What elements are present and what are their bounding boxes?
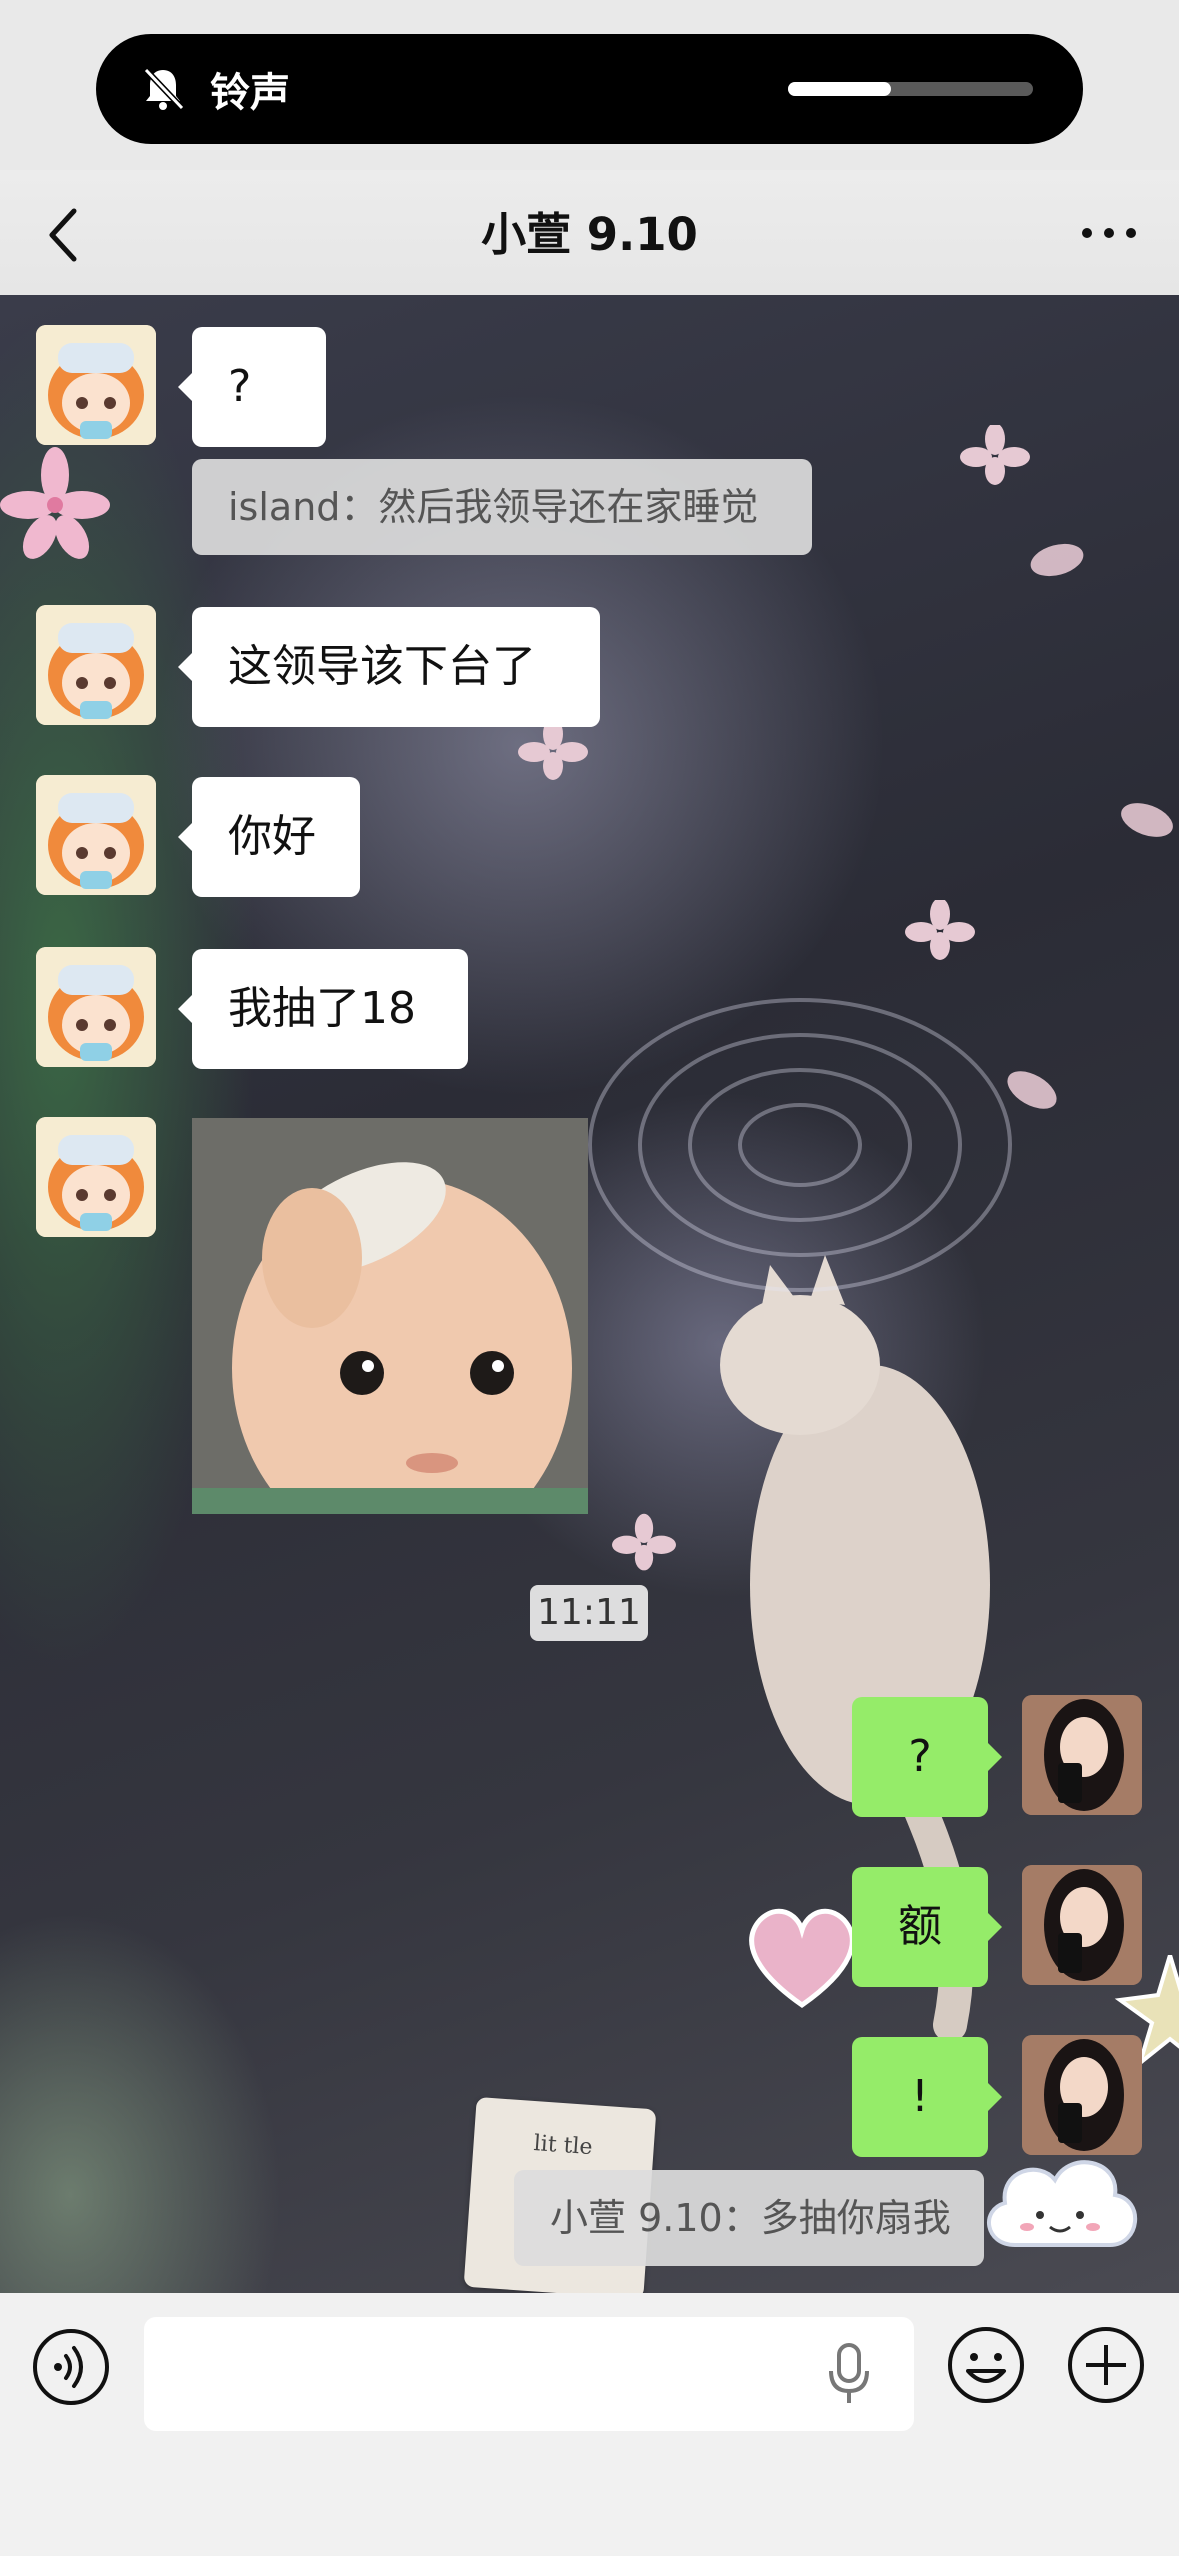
timestamp-badge: 11:11 xyxy=(530,1585,648,1641)
quoted-reply[interactable]: 小萱 9.10：多抽你扇我 xyxy=(514,2170,984,2266)
input-bar xyxy=(0,2293,1179,2556)
self-avatar[interactable] xyxy=(1022,1865,1142,1985)
selfie-avatar-image xyxy=(1022,1865,1142,1985)
petal-decoration xyxy=(1116,796,1178,844)
self-avatar[interactable] xyxy=(1022,1695,1142,1815)
sticky-note-text: lit tle xyxy=(532,2131,594,2161)
message-bubble[interactable]: 这领导该下台了 xyxy=(178,607,600,727)
microphone-icon[interactable] xyxy=(826,2341,872,2407)
anime-girl-avatar-image xyxy=(36,605,156,725)
message-bubble[interactable]: 我抽了18 xyxy=(178,949,468,1069)
water-ripples xyxy=(588,998,1012,1292)
contact-avatar[interactable] xyxy=(36,947,156,1067)
chat-background: lit tle ? island：然后我领导还在家睡觉 这领导该下台了 你好 我… xyxy=(0,295,1179,2293)
message-bubble-self[interactable]: 额 xyxy=(852,1867,1002,1987)
contact-avatar[interactable] xyxy=(36,325,156,445)
image-message[interactable] xyxy=(192,1118,588,1514)
selfie-avatar-image xyxy=(1022,1695,1142,1815)
flower-decoration xyxy=(612,1513,676,1571)
flower-decoration xyxy=(960,425,1030,485)
emoji-icon[interactable] xyxy=(946,2325,1026,2405)
message-bubble-self[interactable]: ? xyxy=(852,1697,1002,1817)
heart-decoration xyxy=(749,1908,855,2009)
selfie-avatar-image xyxy=(1022,2035,1142,2155)
message-bubble[interactable]: ? xyxy=(178,327,326,447)
ringer-indicator: 铃声 xyxy=(96,34,1083,144)
anime-girl-avatar-image xyxy=(36,947,156,1067)
chat-title: 小萱 9.10 xyxy=(481,208,698,261)
chat-header: 小萱 9.10 xyxy=(0,170,1179,295)
voice-input-icon[interactable] xyxy=(32,2328,110,2406)
flower-decoration xyxy=(905,900,975,960)
anime-girl-avatar-image xyxy=(36,775,156,895)
contact-avatar[interactable] xyxy=(36,605,156,725)
more-horizontal-icon[interactable] xyxy=(1079,220,1139,246)
message-input[interactable] xyxy=(144,2317,914,2431)
flower-decoration xyxy=(0,447,110,559)
plus-icon[interactable] xyxy=(1066,2325,1146,2405)
contact-avatar[interactable] xyxy=(36,1117,156,1237)
cloud-decoration xyxy=(987,2160,1138,2247)
anime-girl-avatar-image xyxy=(36,1117,156,1237)
contact-avatar[interactable] xyxy=(36,775,156,895)
anime-girl-avatar-image xyxy=(36,325,156,445)
flower-decoration xyxy=(518,720,588,780)
ringer-volume-fill xyxy=(788,82,891,96)
quoted-reply[interactable]: island：然后我领导还在家睡觉 xyxy=(192,459,812,555)
ringer-volume-track xyxy=(788,82,1033,96)
bell-muted-icon xyxy=(143,67,185,111)
ringer-label: 铃声 xyxy=(210,70,290,116)
message-bubble[interactable]: 你好 xyxy=(178,777,360,897)
self-avatar[interactable] xyxy=(1022,2035,1142,2155)
baby-photo xyxy=(192,1118,588,1514)
petal-decoration xyxy=(1027,538,1087,582)
message-bubble-self[interactable]: ! xyxy=(852,2037,1002,2157)
